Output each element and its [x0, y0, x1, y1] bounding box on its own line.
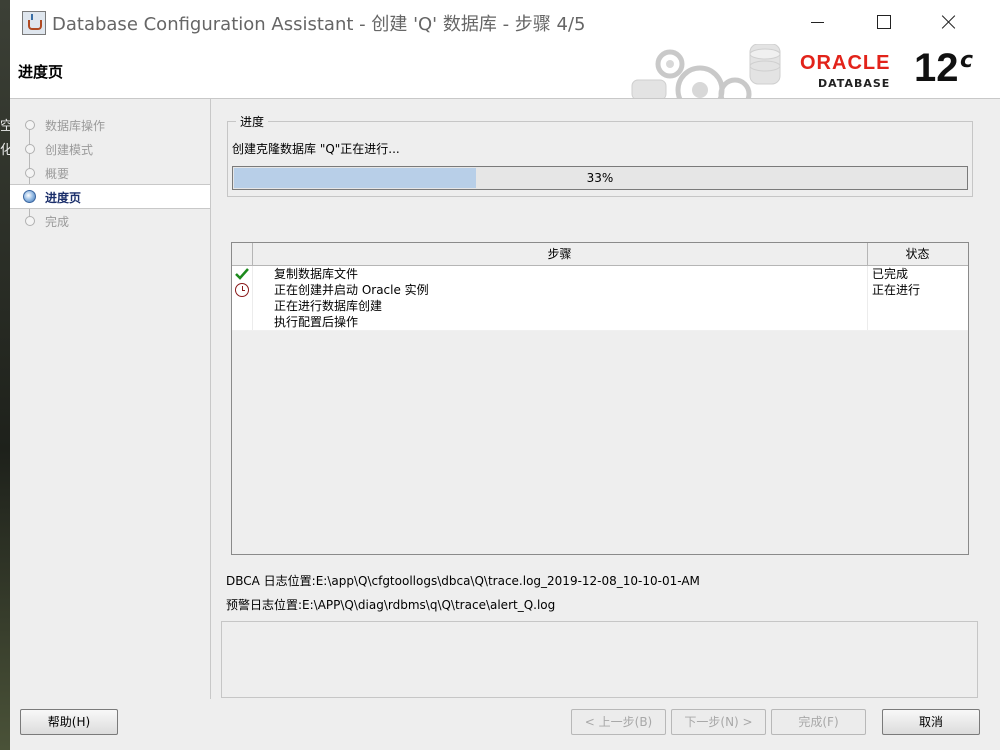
nav-item-database-operation[interactable]: 数据库操作 [10, 113, 210, 136]
step-dot-icon [25, 120, 35, 130]
table-header: 步骤 状态 [232, 243, 968, 266]
version-number: 12 [914, 46, 959, 90]
nav-item-finish[interactable]: 完成 [10, 209, 210, 232]
table-row[interactable]: 正在进行数据库创建 [232, 298, 968, 315]
step-dot-icon [25, 168, 35, 178]
version-suffix: c [960, 48, 974, 73]
page-header: 进度页 ORACLE DATABASE 12 c [10, 44, 1000, 99]
nav-item-label: 创建模式 [45, 143, 94, 157]
steps-table: 步骤 状态 复制数据库文件 已完成 正在创建并启动 Oracle 实例 正在进行… [231, 242, 969, 555]
nav-item-summary[interactable]: 概要 [10, 161, 210, 184]
table-row[interactable]: 正在创建并启动 Oracle 实例 正在进行 [232, 282, 968, 299]
progress-group-title: 进度 [236, 113, 269, 130]
alert-log-location: 预警日志位置:E:\APP\Q\diag\rdbms\q\Q\trace\ale… [226, 598, 556, 612]
step-name: 复制数据库文件 [274, 267, 359, 281]
nav-item-label: 概要 [45, 167, 70, 181]
step-name: 执行配置后操作 [274, 315, 359, 329]
progress-percent: 33% [586, 171, 614, 185]
message-area[interactable] [221, 621, 978, 698]
minimize-button[interactable] [794, 0, 840, 44]
step-status: 正在进行 [872, 283, 921, 297]
oracle-brand-sub: DATABASE [818, 77, 891, 90]
desktop-text: 空 [0, 119, 10, 134]
step-name: 正在进行数据库创建 [274, 299, 383, 313]
title-bar[interactable]: Database Configuration Assistant - 创建 'Q… [10, 0, 1000, 44]
desktop-background [0, 0, 10, 750]
next-button[interactable]: 下一步(N) > [671, 709, 766, 735]
nav-item-label: 进度页 [45, 191, 82, 205]
dbca-window: Database Configuration Assistant - 创建 'Q… [10, 0, 1000, 750]
icon-column-header [232, 243, 253, 265]
status-column-header[interactable]: 状态 [868, 243, 967, 265]
nav-item-label: 完成 [45, 215, 70, 229]
finish-button[interactable]: 完成(F) [771, 709, 866, 735]
gears-graphic-icon [631, 44, 781, 98]
nav-item-progress-page[interactable]: 进度页 [10, 184, 210, 209]
step-name: 正在创建并启动 Oracle 实例 [274, 283, 429, 297]
cancel-button[interactable]: 取消 [882, 709, 980, 735]
java-app-icon [22, 11, 46, 35]
maximize-icon [877, 15, 891, 29]
step-dot-icon [25, 144, 35, 154]
help-button[interactable]: 帮助(H) [20, 709, 118, 735]
nav-item-label: 数据库操作 [45, 119, 106, 133]
progress-bar: 33% [232, 166, 968, 190]
progress-message: 创建克隆数据库 "Q"正在进行... [232, 142, 400, 156]
check-icon [235, 268, 249, 280]
table-row[interactable]: 执行配置后操作 [232, 314, 968, 331]
dbca-log-location: DBCA 日志位置:E:\app\Q\cfgtoollogs\dbca\Q\tr… [226, 574, 700, 588]
step-status: 已完成 [872, 267, 909, 281]
page-title: 进度页 [18, 63, 64, 81]
table-row[interactable]: 复制数据库文件 已完成 [232, 266, 968, 283]
current-step-icon [23, 190, 36, 203]
clock-icon [235, 283, 249, 297]
minimize-icon [811, 22, 824, 23]
oracle-brand: ORACLE [800, 52, 891, 74]
back-button[interactable]: < 上一步(B) [571, 709, 666, 735]
close-button[interactable] [926, 0, 972, 44]
nav-item-creation-mode[interactable]: 创建模式 [10, 137, 210, 160]
maximize-button[interactable] [860, 0, 906, 44]
step-dot-icon [25, 216, 35, 226]
window-title: Database Configuration Assistant - 创建 'Q… [52, 14, 586, 35]
desktop-text: 化 [0, 143, 10, 158]
oracle-logo: ORACLE DATABASE [800, 52, 910, 92]
wizard-steps-nav: 数据库操作 创建模式 概要 进度页 完成 [10, 99, 211, 699]
step-column-header[interactable]: 步骤 [252, 243, 868, 265]
